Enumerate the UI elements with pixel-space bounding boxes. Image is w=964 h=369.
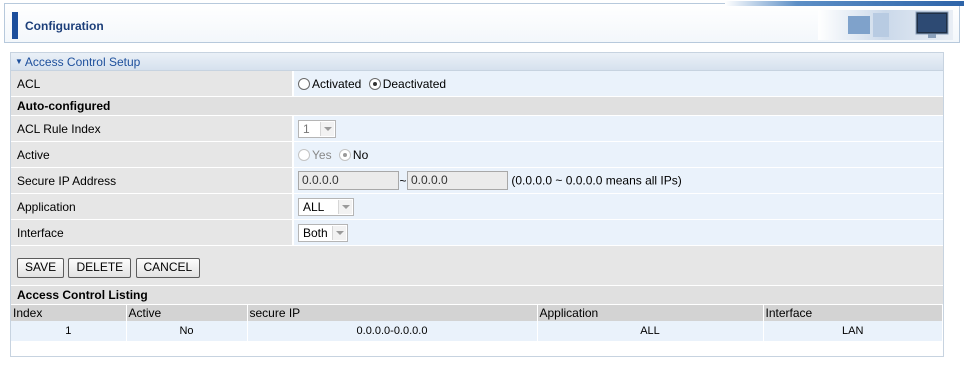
- header-computer-art-icon: [818, 10, 953, 40]
- cell-secure-ip: 0.0.0.0-0.0.0.0: [247, 321, 538, 341]
- collapse-triangle-icon[interactable]: ▼: [15, 57, 23, 66]
- column-header-application: Application: [537, 305, 764, 321]
- acl-activated-label: Activated: [312, 77, 362, 91]
- rule-index-label: ACL Rule Index: [11, 116, 292, 141]
- cell-interface: LAN: [763, 321, 943, 341]
- active-label: Active: [11, 142, 292, 167]
- interface-label: Interface: [11, 220, 292, 245]
- ip-range-separator: ~: [399, 173, 407, 188]
- column-header-secure-ip: secure IP: [247, 305, 538, 321]
- application-selected: ALL: [303, 200, 325, 214]
- access-control-panel: ▼ Access Control Setup ACL Activated Deac…: [10, 52, 944, 357]
- chevron-down-icon: [332, 226, 346, 240]
- save-button[interactable]: SAVE: [17, 258, 65, 278]
- interface-selected: Both: [303, 226, 328, 240]
- active-yes-label: Yes: [312, 148, 332, 162]
- secure-ip-value: 0.0.0.0 ~0.0.0.0 (0.0.0.0 ~ 0.0.0.0 means…: [294, 168, 943, 193]
- header-accent-bar: [12, 12, 18, 39]
- cell-index: 1: [11, 321, 127, 341]
- application-value: ALL: [294, 194, 943, 219]
- table-header-row: Index Active secure IP Application Inter…: [11, 305, 943, 321]
- access-control-table: Index Active secure IP Application Inter…: [11, 305, 943, 341]
- acl-deactivated-label: Deactivated: [382, 77, 447, 91]
- active-no-radio[interactable]: [338, 149, 351, 161]
- rule-index-row: ACL Rule Index 1: [11, 116, 943, 142]
- application-select[interactable]: ALL: [298, 198, 354, 216]
- application-label: Application: [11, 194, 292, 219]
- interface-row: Interface Both: [11, 220, 943, 246]
- secure-ip-start-input[interactable]: 0.0.0.0: [298, 171, 399, 190]
- column-header-index: Index: [11, 305, 127, 321]
- cell-application: ALL: [537, 321, 764, 341]
- rule-index-value: 1: [294, 116, 943, 141]
- page-header: Configuration: [4, 1, 964, 43]
- active-yes-radio[interactable]: [298, 149, 310, 161]
- secure-ip-row: Secure IP Address 0.0.0.0 ~0.0.0.0 (0.0.0…: [11, 168, 943, 194]
- cancel-button[interactable]: CANCEL: [135, 258, 201, 278]
- secure-ip-label: Secure IP Address: [11, 168, 292, 193]
- auto-configured-heading: Auto-configured: [11, 97, 943, 116]
- rule-index-selected: 1: [303, 122, 310, 136]
- acl-row: ACL Activated Deactivated: [11, 71, 943, 97]
- acl-value: Activated Deactivated: [294, 71, 943, 96]
- rule-index-select[interactable]: 1: [298, 120, 336, 138]
- header-stripe: [725, 1, 964, 6]
- action-buttons: SAVE DELETE CANCEL: [11, 246, 943, 286]
- application-row: Application ALL: [11, 194, 943, 220]
- active-value: Yes No: [294, 142, 943, 167]
- panel-title: Access Control Setup: [24, 55, 141, 69]
- active-no-label: No: [352, 148, 369, 162]
- page-title: Configuration: [25, 19, 104, 33]
- interface-value: Both: [294, 220, 943, 245]
- secure-ip-hint: (0.0.0.0 ~ 0.0.0.0 means all IPs): [511, 173, 682, 188]
- access-control-listing-heading: Access Control Listing: [11, 286, 943, 305]
- table-row[interactable]: 1 No 0.0.0.0-0.0.0.0 ALL LAN: [11, 321, 943, 341]
- column-header-active: Active: [126, 305, 248, 321]
- secure-ip-end-input[interactable]: 0.0.0.0: [407, 171, 508, 190]
- column-header-interface: Interface: [763, 305, 943, 321]
- delete-button[interactable]: DELETE: [68, 258, 132, 278]
- panel-header[interactable]: ▼ Access Control Setup: [11, 53, 943, 71]
- chevron-down-icon: [338, 200, 352, 214]
- interface-select[interactable]: Both: [298, 224, 348, 242]
- active-row: Active Yes No: [11, 142, 943, 168]
- cell-active: No: [126, 321, 248, 341]
- chevron-down-icon: [320, 122, 334, 136]
- acl-activated-radio[interactable]: [298, 78, 310, 90]
- acl-deactivated-radio[interactable]: [368, 78, 381, 90]
- acl-label: ACL: [11, 71, 292, 96]
